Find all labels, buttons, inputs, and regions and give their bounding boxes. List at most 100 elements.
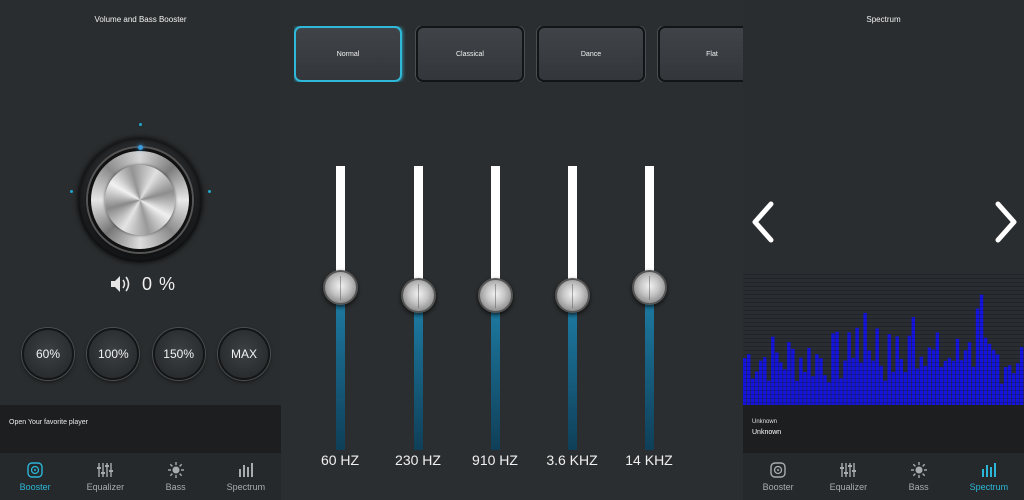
spectrum-gridline	[743, 366, 1024, 367]
tab-booster[interactable]: Booster	[743, 453, 813, 500]
spectrum-bar	[875, 328, 879, 405]
spectrum-bar	[979, 294, 984, 405]
preset-strip[interactable]: Normal Classical Dance Flat	[294, 26, 743, 82]
spectrum-icon	[981, 463, 996, 477]
eq-slider-thumb[interactable]	[401, 278, 436, 314]
next-arrow-icon[interactable]	[990, 200, 1020, 244]
track-title: Unknown	[752, 429, 782, 436]
now-playing-bar[interactable]: Unknown Unknown	[743, 405, 1024, 452]
volume-knob[interactable]	[60, 120, 220, 280]
preset-classical[interactable]: Classical	[416, 26, 524, 82]
spectrum-bar	[983, 337, 988, 405]
eq-band-label: 910 HZ	[472, 452, 518, 468]
spectrum-bar	[971, 366, 976, 405]
spectrum-gridline	[743, 390, 1024, 391]
volume-readout: 0 %	[110, 272, 176, 296]
tab-label: Bass	[165, 482, 186, 492]
tab-label: Equalizer	[86, 482, 125, 492]
preset-flat[interactable]: Flat	[658, 26, 743, 82]
eq-slider-band-0[interactable]	[310, 166, 370, 450]
spectrum-gridline	[743, 298, 1024, 299]
spectrum-bar	[883, 380, 887, 405]
boost-buttons: 60% 100% 150% MAX	[22, 328, 270, 380]
spectrum-gridline	[743, 398, 1024, 399]
spectrum-gridline	[743, 382, 1024, 383]
tab-spectrum[interactable]: Spectrum	[954, 453, 1024, 500]
spectrum-bar	[1011, 373, 1016, 405]
eq-slider-band-1[interactable]	[388, 166, 448, 450]
spectrum-bar	[835, 331, 839, 405]
bass-icon	[167, 462, 184, 478]
eq-slider-thumb[interactable]	[478, 278, 513, 314]
eq-slider-fill	[414, 295, 423, 450]
tab-label: Booster	[762, 482, 794, 492]
eq-slider-thumb[interactable]	[632, 269, 667, 305]
tab-bass[interactable]: Bass	[884, 453, 954, 500]
spectrum-bar	[779, 362, 783, 405]
spectrum-bar	[919, 356, 924, 405]
eq-slider-thumb[interactable]	[323, 269, 358, 305]
eq-band-label: 14 KHZ	[625, 452, 673, 468]
spectrum-bar	[827, 382, 831, 405]
tab-booster[interactable]: Booster	[0, 453, 70, 500]
spectrum-bar	[819, 358, 823, 405]
preset-dance[interactable]: Dance	[537, 26, 645, 82]
knob-tick	[139, 123, 142, 126]
tab-spectrum[interactable]: Spectrum	[211, 453, 281, 500]
booster-icon	[27, 462, 43, 478]
spectrum-bar	[743, 358, 747, 405]
spectrum-gridline	[743, 342, 1024, 343]
spectrum-bar	[751, 378, 755, 405]
spectrum-gridline	[743, 278, 1024, 279]
spectrum-bar	[955, 338, 960, 405]
equalizer-screen: Normal Classical Dance Flat 60 HZ 230 HZ 9…	[281, 0, 743, 500]
player-bar[interactable]: Open Your favorite player	[0, 405, 281, 452]
tab-label: Spectrum	[226, 482, 266, 492]
eq-slider-band-4[interactable]	[619, 166, 679, 450]
spectrum-bar	[927, 347, 932, 405]
spectrum-gridline	[743, 294, 1024, 295]
spectrum-gridline	[743, 394, 1024, 395]
preset-normal[interactable]: Normal	[294, 26, 402, 82]
eq-slider-band-2[interactable]	[465, 166, 525, 450]
eq-slider-thumb[interactable]	[555, 278, 590, 314]
spectrum-bar	[763, 357, 767, 405]
spectrum-gridline	[743, 286, 1024, 287]
boost-max-button[interactable]: MAX	[217, 328, 270, 380]
spectrum-gridline	[743, 346, 1024, 347]
eq-band-label: 60 HZ	[320, 452, 360, 468]
spectrum-bar	[863, 312, 867, 405]
tab-label: Bass	[908, 482, 929, 492]
spectrum-bar	[891, 371, 895, 405]
tab-equalizer[interactable]: Equalizer	[70, 453, 140, 500]
spectrum-bar	[1015, 363, 1020, 405]
spectrum-bar	[923, 365, 928, 405]
tab-bass[interactable]: Bass	[141, 453, 211, 500]
spectrum-gridline	[743, 370, 1024, 371]
tab-equalizer[interactable]: Equalizer	[813, 453, 883, 500]
boost-60-button[interactable]: 60%	[22, 328, 74, 380]
spectrum-bar	[767, 380, 771, 405]
bass-icon	[910, 462, 927, 478]
eq-band-label: 3.6 KHZ	[546, 452, 598, 468]
boost-100-button[interactable]: 100%	[87, 328, 140, 380]
spectrum-bar	[791, 348, 795, 405]
track-artist: Unknown	[752, 419, 778, 425]
spectrum-gridline	[743, 322, 1024, 323]
eq-slider-fill	[645, 287, 654, 450]
spectrum-bar	[859, 362, 863, 405]
boost-150-button[interactable]: 150%	[152, 328, 205, 380]
spectrum-bar	[795, 380, 799, 405]
spectrum-gridline	[743, 310, 1024, 311]
player-hint: Open Your favorite player	[9, 419, 88, 426]
spectrum-bar	[895, 336, 899, 405]
spectrum-gridline	[743, 314, 1024, 315]
spectrum-bar	[1019, 347, 1024, 405]
spectrum-bar	[803, 372, 807, 405]
eq-slider-band-3[interactable]	[542, 166, 602, 450]
spectrum-gridline	[743, 306, 1024, 307]
spectrum-gridline	[743, 334, 1024, 335]
spectrum-bar	[811, 376, 815, 405]
eq-slider-fill	[491, 295, 500, 450]
previous-arrow-icon[interactable]	[749, 200, 779, 244]
